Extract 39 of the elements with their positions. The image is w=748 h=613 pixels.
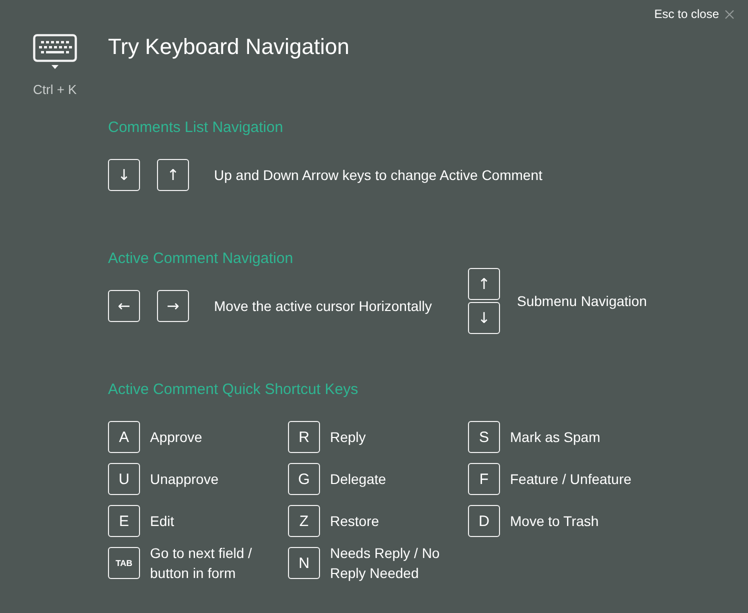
section-heading: Comments List Navigation	[108, 118, 284, 138]
key-cap: G	[288, 463, 320, 495]
key-cap: D	[468, 505, 500, 537]
key-cap: S	[468, 421, 500, 453]
key-cap: U	[108, 463, 140, 495]
key-cap: F	[468, 463, 500, 495]
shortcut-label: Restore	[330, 512, 380, 531]
key-cap: TAB	[108, 547, 140, 579]
dialog-title: Try Keyboard Navigation	[108, 33, 350, 61]
shortcut-description: Submenu Navigation	[517, 292, 647, 311]
keyboard-icon	[33, 34, 77, 70]
shortcut-label: Reply	[330, 428, 367, 447]
key-cap: ↑	[157, 159, 189, 191]
shortcut-label: Mark as Spam	[510, 428, 602, 447]
shortcut-label: Approve	[150, 428, 204, 447]
key-cap: ←	[108, 290, 140, 322]
key-cap: ↓	[108, 159, 140, 191]
key-cap: N	[288, 547, 320, 579]
shortcut-label: Needs Reply / No Reply Needed	[330, 544, 441, 583]
shortcut-label: Unapprove	[150, 470, 220, 489]
section-heading: Active Comment Quick Shortcut Keys	[108, 380, 360, 400]
key-cap: E	[108, 505, 140, 537]
shortcut-label: Feature / Unfeature	[510, 470, 632, 489]
key-cap: →	[157, 290, 189, 322]
key-cap: R	[288, 421, 320, 453]
shortcut-hint: Ctrl + K	[33, 82, 77, 98]
close-icon	[725, 10, 734, 18]
shortcut-label: Move to Trash	[510, 512, 600, 531]
shortcut-description: Move the active cursor Horizontally	[214, 297, 432, 316]
shortcut-label: Go to next field / button in form	[150, 544, 253, 583]
shortcut-label: Edit	[150, 512, 176, 531]
key-cap: Z	[288, 505, 320, 537]
section-heading: Active Comment Navigation	[108, 249, 294, 269]
close-button[interactable]: Esc to close	[654, 6, 734, 22]
key-cap: ↑	[468, 268, 500, 300]
shortcut-description: Up and Down Arrow keys to change Active Comment	[214, 166, 542, 185]
shortcut-label: Delegate	[330, 470, 388, 489]
key-cap: ↓	[468, 302, 500, 334]
key-cap: A	[108, 421, 140, 453]
